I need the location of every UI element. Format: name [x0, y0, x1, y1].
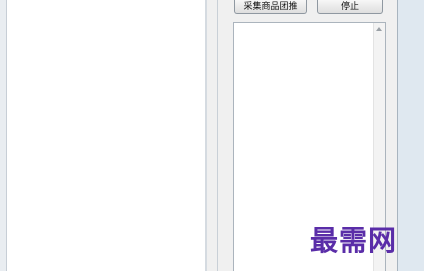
stop-button[interactable]: 停止 [317, 0, 383, 14]
collect-group-buy-button[interactable]: 采集商品团推 [234, 0, 307, 14]
scroll-up-arrow-icon[interactable] [376, 27, 382, 31]
watermark-logo: 最需网 [310, 224, 398, 257]
left-list-panel[interactable] [7, 0, 207, 271]
panel-divider-line [217, 0, 218, 271]
